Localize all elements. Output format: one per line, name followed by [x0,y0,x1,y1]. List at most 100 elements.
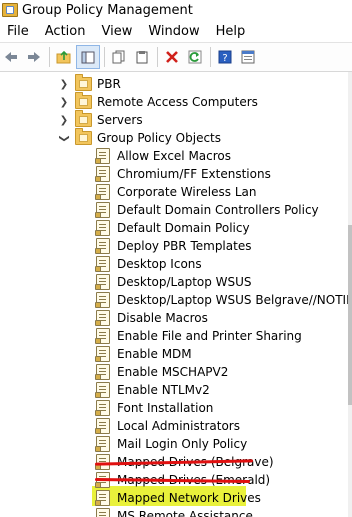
tree-item-remote-access-computers[interactable]: ❯ Remote Access Computers [58,92,258,111]
gpo-label: Disable Macros [117,311,208,325]
gpo-label: Font Installation [117,401,214,415]
copy-icon[interactable] [108,46,130,68]
gpo-icon [95,148,110,164]
chevron-right-icon[interactable]: ❯ [58,79,70,90]
group-policy-app-icon [2,3,18,17]
gpo-icon [95,400,110,416]
gpo-item[interactable]: MS Remote Assistance [96,507,253,517]
gpo-item[interactable]: Desktop/Laptop WSUS [95,273,252,291]
back-arrow-icon[interactable] [0,46,22,68]
window-title: Group Policy Management [22,2,193,18]
gpo-item[interactable]: Local Administrators [95,417,240,435]
gpo-icon [95,382,110,398]
title-bar: Group Policy Management [0,0,352,20]
tree-item-label: Group Policy Objects [97,131,222,145]
gpo-icon [95,490,110,506]
gpo-icon [95,418,110,434]
gpo-item[interactable]: Desktop/Laptop WSUS Belgrave//NOTINUSE [95,291,352,309]
gpo-label: Desktop/Laptop WSUS [117,275,252,289]
menu-window[interactable]: Window [141,24,208,39]
folder-icon [75,92,92,109]
paste-icon[interactable] [131,46,153,68]
chevron-right-icon[interactable]: ❯ [58,115,70,126]
chevron-down-icon[interactable]: ❯ [59,132,70,144]
gpo-label: Enable File and Printer Sharing [117,329,302,343]
gpo-label: MS Remote Assistance [117,509,253,517]
scrollbar-thumb[interactable] [348,225,352,405]
gpo-icon [95,328,110,344]
gpo-item[interactable]: Allow Excel Macros [95,147,232,165]
gpo-item[interactable]: Enable MDM [95,345,192,363]
gpo-label: Default Domain Controllers Policy [117,203,319,217]
gpo-label: Mapped Network Drives [117,491,261,505]
menu-action[interactable]: Action [38,24,95,39]
gpo-icon [95,220,110,236]
folder-icon [75,74,92,91]
gpo-label: Default Domain Policy [117,221,250,235]
gpo-icon [95,292,110,308]
gpo-item[interactable]: Desktop Icons [95,255,202,273]
gpo-icon [95,310,110,326]
gpo-label: Enable NTLMv2 [117,383,210,397]
toolbar: ? [0,42,352,72]
gpo-item[interactable]: Default Domain Controllers Policy [95,201,319,219]
gpo-label: Corporate Wireless Lan [117,185,257,199]
gpo-icon [95,166,110,182]
toolbar-separator [104,47,105,67]
gpo-icon [95,202,110,218]
gpo-label: Enable MSCHAPV2 [117,365,229,379]
gpo-item[interactable]: Enable NTLMv2 [95,381,210,399]
tree-item-group-policy-objects[interactable]: ❯ Group Policy Objects [58,128,222,147]
svg-text:?: ? [222,53,227,64]
toolbar-separator [157,47,158,67]
gpo-icon [95,346,110,362]
gpo-icon [95,274,110,290]
toolbar-separator [49,47,50,67]
gpo-item[interactable]: Enable MSCHAPV2 [95,363,229,381]
tree-item-label: PBR [97,77,121,91]
forward-arrow-icon[interactable] [23,46,45,68]
toolbar-separator [210,47,211,67]
gpo-label: Deploy PBR Templates [117,239,252,253]
gpo-label: Desktop Icons [117,257,202,271]
gpo-item[interactable]: Disable Macros [95,309,208,327]
console-tree: ❯ PBR ❯ Remote Access Computers ❯ Server… [0,72,352,517]
chevron-right-icon[interactable]: ❯ [58,97,70,108]
menu-help[interactable]: Help [209,24,255,39]
tree-item-servers[interactable]: ❯ Servers [58,110,143,129]
gpo-item[interactable]: Deploy PBR Templates [95,237,252,255]
menu-view[interactable]: View [94,24,141,39]
gpo-label: Desktop/Laptop WSUS Belgrave//NOTINUSE [117,293,352,307]
gpo-item[interactable]: Mail Login Only Policy [95,435,248,453]
gpo-item[interactable]: Enable File and Printer Sharing [95,327,302,345]
folder-icon [75,110,92,127]
tree-item-pbr[interactable]: ❯ PBR [58,74,121,93]
menu-file[interactable]: File [0,24,38,39]
gpo-icon [95,238,110,254]
help-icon[interactable]: ? [214,46,236,68]
up-folder-icon[interactable] [53,46,75,68]
tree-item-label: Remote Access Computers [97,95,258,109]
gpo-item[interactable]: Mapped Network Drives [95,489,261,507]
gpo-label: Local Administrators [117,419,240,433]
refresh-icon[interactable] [184,46,206,68]
folder-icon [75,128,92,145]
gpo-icon [95,256,110,272]
gpo-label: Allow Excel Macros [117,149,232,163]
gpo-label: Mail Login Only Policy [117,437,248,451]
gpo-item[interactable]: Default Domain Policy [95,219,250,237]
gpo-item[interactable]: Corporate Wireless Lan [95,183,257,201]
gpo-icon [95,364,110,380]
gpo-icon [95,436,110,452]
delete-icon[interactable] [161,46,183,68]
gpo-item[interactable]: Chromium/FF Extenstions [95,165,271,183]
gpo-label: Enable MDM [117,347,192,361]
gpo-icon [96,508,110,517]
gpo-item[interactable]: Font Installation [95,399,214,417]
gpo-icon [95,184,110,200]
gpo-label: Chromium/FF Extenstions [117,167,271,181]
tree-item-label: Servers [97,113,143,127]
show-hide-tree-icon[interactable] [76,45,100,69]
menu-bar: File Action View Window Help [0,21,352,42]
properties-icon[interactable] [237,46,259,68]
